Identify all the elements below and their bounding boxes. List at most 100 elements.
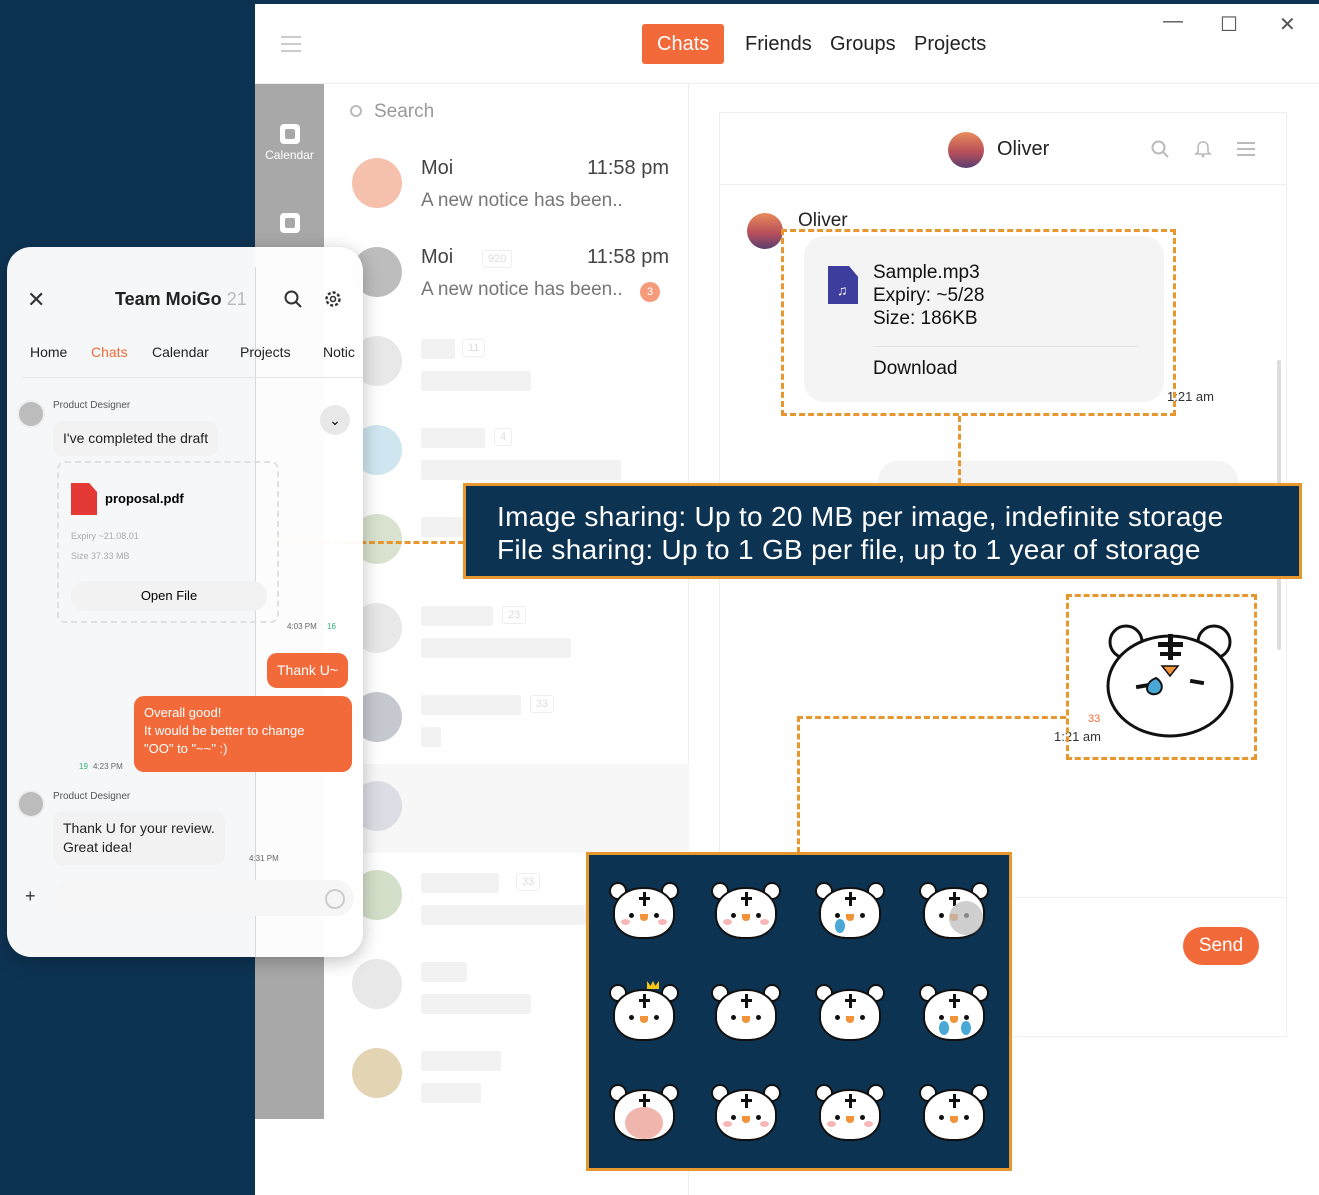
message-time: 4:23 PM [93,762,123,771]
chat-row[interactable] [324,764,689,853]
search-input[interactable]: Search [338,94,674,130]
close-icon[interactable]: ✕ [27,287,45,313]
chat-row[interactable]: 33 [324,675,689,764]
note-icon [279,213,300,233]
rail-item-calendar[interactable]: Calendar [255,124,324,162]
member-count: 4 [494,428,513,446]
member-count: 23 [502,606,527,624]
search-icon[interactable] [1151,140,1169,158]
sticker-bear-grey[interactable] [919,879,989,943]
sharing-limits-banner: Image sharing: Up to 20 MB per image, in… [463,483,1302,579]
mobile-app: ✕ Team MoiGo 21 Home Chats Calendar Proj… [7,247,363,957]
chevron-down-icon[interactable]: ⌄ [320,405,350,435]
menu-icon[interactable] [281,36,301,57]
chat-row[interactable]: Moi 11:58 pm A new notice has been.. [324,141,689,230]
placeholder-line [421,339,455,359]
sticker-bear-crown[interactable] [609,981,679,1045]
sticker-bear-plain[interactable] [919,1081,989,1145]
placeholder-line [421,873,499,893]
tab-projects[interactable]: Projects [914,24,986,64]
my-message-bubble: Overall good! It would be better to chan… [134,696,352,772]
page-title: Team MoiGo 21 [115,289,247,310]
bell-icon[interactable] [1194,140,1212,158]
member-count: 33 [516,873,541,891]
member-count: 11 [462,339,486,357]
read-count: 16 [327,622,336,631]
sticker-panel [586,852,1012,1171]
sticker-bear-love[interactable] [815,1081,885,1145]
close-button[interactable]: ✕ [1279,12,1296,37]
search-placeholder: Search [374,101,435,122]
file-size: Size 37.33 MB [71,551,130,561]
rail-label-calendar: Calendar [265,148,314,162]
avatar [352,959,402,1009]
rail-item-notes[interactable] [255,213,324,237]
my-message-bubble: Thank U~ [267,653,349,688]
file-name: proposal.pdf [105,491,184,506]
chat-row-preview: A new notice has been.. [421,279,623,300]
avatar [747,213,783,249]
sticker-bear-blush[interactable] [711,879,781,943]
message-bubble: Thank U for your review. Great idea! [53,811,225,865]
sticker-bear-sweat[interactable] [711,981,781,1045]
send-button[interactable]: Send [1183,927,1259,965]
mobile-tab-projects[interactable]: Projects [240,344,291,360]
chat-row-preview: A new notice has been.. [421,190,623,211]
member-count: 920 [482,250,513,268]
unread-badge: 3 [640,282,660,302]
top-bar: Chats Friends Groups Projects — ☐ ✕ [255,4,1319,84]
sticker-bear-tear[interactable] [815,879,885,943]
sticker-bear-cry[interactable] [919,981,989,1045]
placeholder-line [421,994,531,1014]
chat-row-time: 11:58 pm [587,246,669,268]
member-count: 21 [226,289,247,309]
pdf-file-card: proposal.pdf Expiry ~21.08.01 Size 37.33… [57,461,279,623]
member-count: 33 [530,695,555,713]
gear-icon[interactable] [324,290,342,308]
sender-role: Product Designer [53,791,131,802]
chat-row[interactable]: Moi 920 11:58 pm A new notice has been..… [324,230,689,319]
menu-icon[interactable] [1237,140,1255,158]
message-time: 4:31 PM [249,854,279,863]
avatar [352,158,402,208]
mobile-tab-home[interactable]: Home [30,344,67,360]
placeholder-line [421,428,485,448]
message-input[interactable] [54,880,354,916]
open-file-button[interactable]: Open File [71,581,267,611]
sticker-bear-blush[interactable] [609,879,679,943]
maximize-button[interactable]: ☐ [1220,12,1238,37]
placeholder-line [421,460,621,480]
pdf-file-icon [71,483,97,515]
placeholder-line [421,905,591,925]
chat-row[interactable]: 23 [324,586,689,675]
callout-connector [797,716,1066,719]
tab-chats[interactable]: Chats [642,24,725,64]
placeholder-line [421,606,493,626]
sticker-bear-dizzy[interactable] [815,981,885,1045]
search-icon[interactable] [284,290,302,308]
file-expiry: Expiry ~21.08.01 [71,531,139,541]
emoji-icon[interactable] [325,889,345,909]
chat-row-name: Moi [421,246,454,268]
placeholder-line [421,1051,501,1071]
divider [23,377,363,378]
callout-connector [958,416,961,484]
placeholder-line [421,1083,481,1103]
avatar [17,790,45,818]
read-count: 19 [79,762,88,771]
minimize-button[interactable]: — [1163,10,1183,33]
plus-icon[interactable]: + [25,886,36,907]
sticker-bear-angry[interactable] [609,1081,679,1145]
banner-line-file: File sharing: Up to 1 GB per file, up to… [497,534,1201,565]
sticker-bear-heart[interactable] [711,1081,781,1145]
tab-groups[interactable]: Groups [830,24,896,64]
search-icon [350,105,362,117]
tab-friends[interactable]: Friends [745,24,812,64]
chat-row[interactable]: 11 [324,319,689,408]
chat-header: Oliver [720,113,1286,185]
placeholder-line [421,371,531,391]
mobile-tab-calendar[interactable]: Calendar [152,344,209,360]
mobile-tab-notice[interactable]: Notic [323,344,355,360]
mobile-tab-chats[interactable]: Chats [91,344,128,360]
sender-role: Product Designer [53,400,131,411]
